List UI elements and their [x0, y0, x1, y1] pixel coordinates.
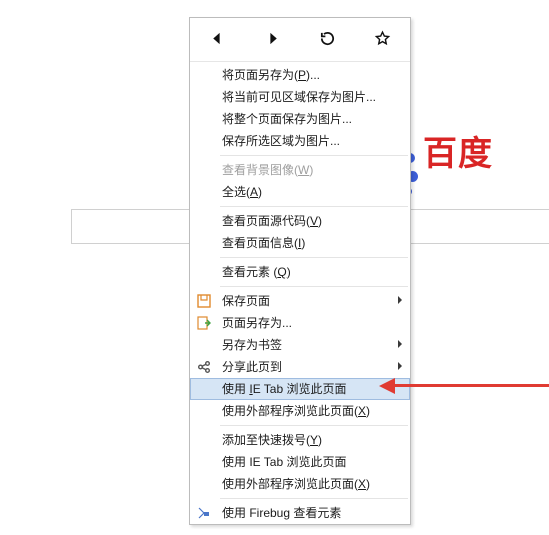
menu-use-ie-tab[interactable]: 使用 IE Tab 浏览此页面: [190, 378, 410, 400]
separator: [220, 206, 408, 207]
menu-add-to-speed-dial[interactable]: 添加至快速拨号(Y): [190, 429, 410, 451]
chevron-right-icon: [398, 362, 402, 370]
chevron-right-icon: [398, 296, 402, 304]
back-icon[interactable]: [209, 30, 226, 50]
menu-use-external-browse-2[interactable]: 使用外部程序浏览此页面(X): [190, 473, 410, 495]
menu-page-save-as[interactable]: 页面另存为...: [190, 312, 410, 334]
menu-save-page[interactable]: 保存页面: [190, 290, 410, 312]
menu-firebug-inspect[interactable]: 使用 Firebug 查看元素: [190, 502, 410, 524]
menu-save-visible-as-image[interactable]: 将当前可见区域保存为图片...: [190, 86, 410, 108]
reload-icon[interactable]: [319, 30, 336, 50]
annotation-arrow: [379, 378, 549, 394]
separator: [220, 155, 408, 156]
menu-save-as-bookmark[interactable]: 另存为书签: [190, 334, 410, 356]
firebug-icon: [196, 505, 212, 521]
chevron-right-icon: [398, 340, 402, 348]
bookmark-star-icon[interactable]: [374, 30, 391, 50]
separator: [220, 286, 408, 287]
save-page-icon: [196, 293, 212, 309]
separator: [220, 257, 408, 258]
menu-save-whole-page-as-image[interactable]: 将整个页面保存为图片...: [190, 108, 410, 130]
menu-view-source[interactable]: 查看页面源代码(V): [190, 210, 410, 232]
menu-inspect-element[interactable]: 查看元素 (Q): [190, 261, 410, 283]
menu-share-page-to[interactable]: 分享此页到: [190, 356, 410, 378]
separator: [220, 425, 408, 426]
menu-save-selection-as-image[interactable]: 保存所选区域为图片...: [190, 130, 410, 152]
forward-icon[interactable]: [264, 30, 281, 50]
nav-row: [190, 18, 410, 62]
context-menu: 将页面另存为(P)... 将当前可见区域保存为图片... 将整个页面保存为图片.…: [189, 17, 411, 525]
menu-use-external-browse[interactable]: 使用外部程序浏览此页面(X): [190, 400, 410, 422]
baidu-text: 百度: [423, 126, 493, 175]
baidu-logo: 百度: [403, 126, 493, 175]
menu-view-page-info[interactable]: 查看页面信息(I): [190, 232, 410, 254]
separator: [220, 498, 408, 499]
menu-view-bg-image: 查看背景图像(W): [190, 159, 410, 181]
menu-use-ie-tab-2[interactable]: 使用 IE Tab 浏览此页面: [190, 451, 410, 473]
menu-save-page-as[interactable]: 将页面另存为(P)...: [190, 64, 410, 86]
menu-select-all[interactable]: 全选(A): [190, 181, 410, 203]
page-save-as-icon: [196, 315, 212, 331]
share-icon: [196, 359, 212, 375]
